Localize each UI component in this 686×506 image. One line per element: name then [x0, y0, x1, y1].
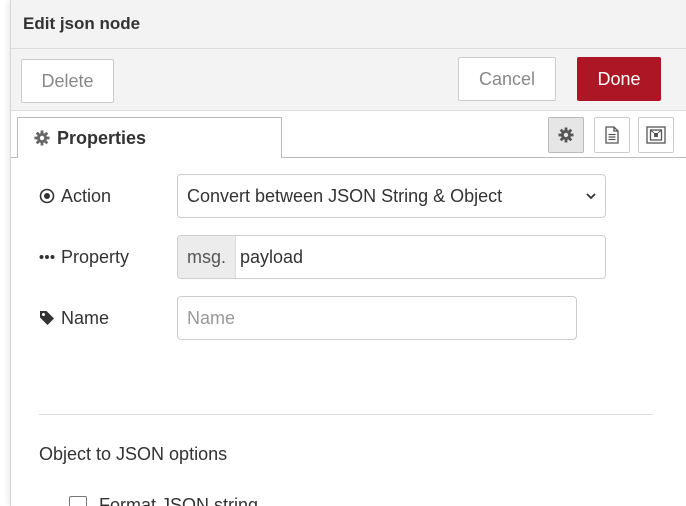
property-value[interactable]: payload: [236, 236, 303, 278]
name-input[interactable]: [177, 296, 577, 340]
format-json-option: Format JSON string: [69, 494, 258, 506]
target-icon: [39, 188, 55, 204]
tag-icon: [39, 310, 55, 326]
property-row: Property msg. payload: [39, 235, 639, 279]
name-row: Name: [39, 296, 639, 340]
property-typed-input[interactable]: msg. payload: [177, 235, 606, 279]
document-icon: [604, 126, 620, 144]
cancel-button[interactable]: Cancel: [458, 57, 556, 101]
action-select-value: Convert between JSON String & Object: [187, 185, 503, 206]
format-json-label[interactable]: Format JSON string: [99, 495, 258, 506]
action-row: Action Convert between JSON String & Obj…: [39, 174, 639, 218]
action-label: Action: [39, 174, 111, 218]
property-label: Property: [39, 235, 129, 279]
options-section-title: Object to JSON options: [39, 444, 228, 464]
property-type-selector[interactable]: msg.: [178, 236, 236, 278]
delete-button[interactable]: Delete: [21, 59, 114, 103]
tab-properties-label: Properties: [57, 127, 147, 148]
node-description-tool[interactable]: [594, 117, 630, 153]
name-label: Name: [39, 296, 109, 340]
node-appearance-tool[interactable]: [638, 117, 674, 153]
done-button[interactable]: Done: [577, 57, 661, 101]
action-select[interactable]: Convert between JSON String & Object: [177, 174, 606, 218]
tab-bar: Properties: [11, 111, 686, 158]
format-json-checkbox[interactable]: [69, 496, 87, 506]
node-properties-tool[interactable]: [548, 117, 584, 153]
divider: [39, 414, 653, 415]
gear-icon: [34, 130, 50, 146]
ellipsis-icon: [39, 249, 55, 265]
tray-title: Edit json node: [23, 14, 141, 33]
edit-tray: Edit json node Delete Cancel Done Proper…: [10, 0, 686, 506]
tab-properties[interactable]: Properties: [17, 117, 282, 158]
chevron-down-icon: [585, 190, 597, 202]
frame-icon: [646, 126, 666, 144]
tray-toolbar: Delete Cancel Done: [11, 49, 686, 111]
gear-icon: [558, 127, 574, 143]
tray-header: Edit json node: [11, 0, 686, 49]
